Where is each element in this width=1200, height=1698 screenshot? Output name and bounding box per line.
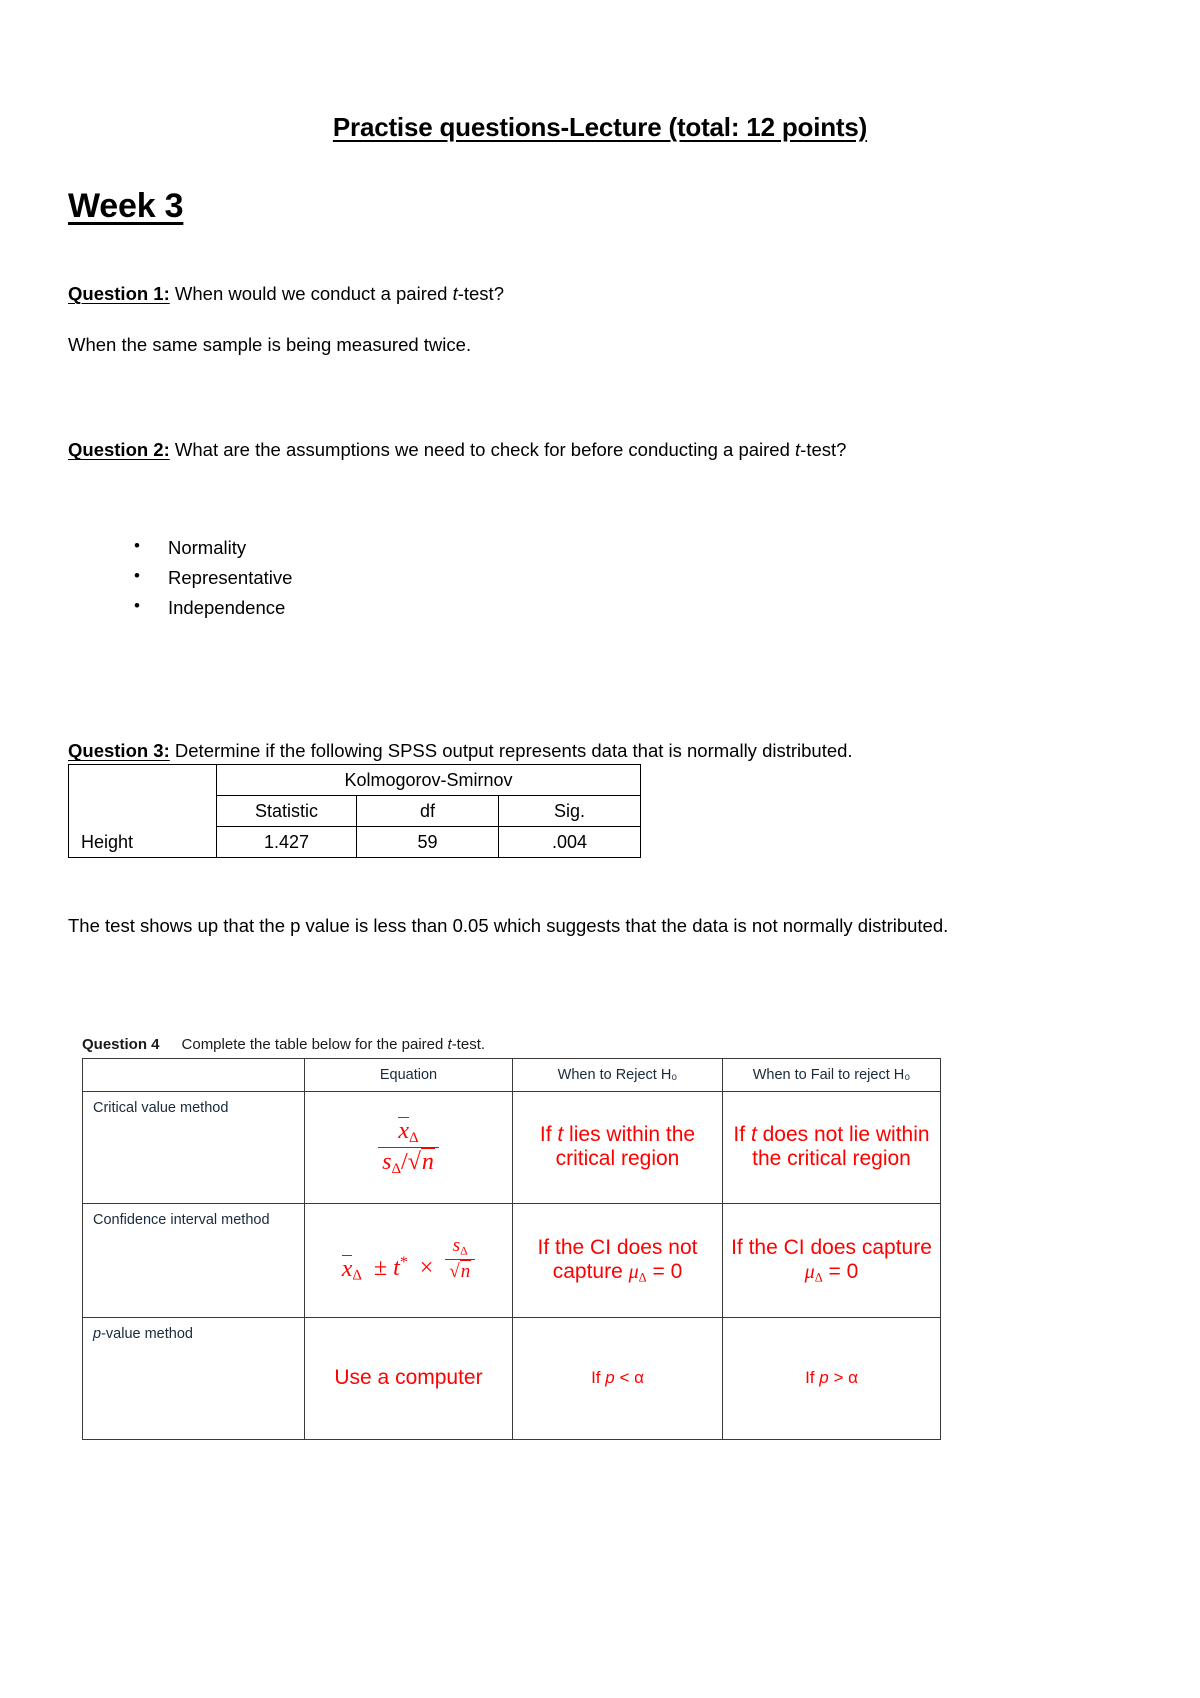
- spss-cell-statistic: 1.427: [216, 826, 357, 859]
- table-row: Height 1.427 59 .004: [68, 826, 642, 859]
- week-heading: Week 3: [68, 187, 184, 225]
- question-3-conclusion: The test shows up that the p value is le…: [68, 915, 949, 937]
- question-2-answer-list: Normality Representative Independence: [68, 532, 1132, 623]
- list-item: Independence: [104, 592, 1132, 623]
- question-4-text-b: -test.: [451, 1035, 486, 1053]
- q4-reject-confidence-interval: If the CI does not capture μΔ = 0: [512, 1202, 723, 1318]
- question-3-label: Question 3:: [68, 740, 170, 762]
- spss-corner-cell-2: [68, 795, 217, 827]
- document-page: Practise questions-Lecture (total: 12 po…: [0, 0, 1200, 1698]
- question-1-answer: When the same sample is being measured t…: [68, 334, 472, 356]
- q4-method-label: Confidence interval method: [82, 1202, 305, 1318]
- question-4-block: Question 4 Complete the table below for t…: [82, 1036, 941, 1440]
- spss-group-header: Kolmogorov-Smirnov: [215, 764, 642, 797]
- q4-method-label: p-value method: [82, 1316, 305, 1440]
- table-row: p-value method Use a computer If p < α I…: [82, 1316, 941, 1440]
- table-header-row: Equation When to Reject H₀ When to Fail …: [82, 1057, 941, 1092]
- q4-method-label: Critical value method: [82, 1090, 305, 1204]
- table-row: Confidence interval method xΔ ± t* × sΔ …: [82, 1202, 941, 1318]
- paired-ttest-table: Equation When to Reject H₀ When to Fail …: [82, 1057, 941, 1440]
- q4-header-fail-reject: When to Fail to reject H₀: [722, 1057, 941, 1092]
- spss-header-statistic: Statistic: [216, 795, 357, 828]
- q4-equation-p-value: Use a computer: [304, 1316, 513, 1440]
- table-row: Critical value method xΔ sΔ/√n If t lies…: [82, 1090, 941, 1204]
- spss-output-table: Kolmogorov-Smirnov Statistic df Sig. Hei…: [68, 764, 642, 859]
- spss-cell-df: 59: [356, 826, 499, 859]
- question-4-label: Question 4: [82, 1035, 160, 1053]
- question-2-text-a: What are the assumptions we need to chec…: [169, 439, 796, 461]
- q4-corner-cell: [82, 1057, 305, 1092]
- list-item: Representative: [104, 562, 1132, 593]
- spss-row-label: Height: [68, 826, 217, 859]
- question-1-label: Question 1:: [68, 283, 170, 304]
- question-1-text-b: -test?: [457, 283, 504, 304]
- q4-fail-reject-p-value: If p > α: [722, 1316, 941, 1440]
- question-1-text-a: When would we conduct a paired: [169, 283, 453, 304]
- question-1-prompt: Question 1: When would we conduct a pair…: [68, 282, 1132, 305]
- q4-header-reject: When to Reject H₀: [512, 1057, 723, 1092]
- list-item: Normality: [104, 532, 1132, 563]
- q4-header-equation: Equation: [304, 1057, 513, 1092]
- question-2-text-b: -test?: [800, 439, 847, 461]
- table-row-group-header: Kolmogorov-Smirnov: [68, 764, 642, 797]
- question-3-prompt: Question 3: Determine if the following S…: [68, 739, 1132, 762]
- question-2-label: Question 2:: [68, 439, 170, 461]
- table-row-column-headers: Statistic df Sig.: [68, 795, 642, 828]
- spss-corner-cell: [68, 764, 217, 796]
- spss-header-sig: Sig.: [497, 795, 642, 828]
- spss-header-df: df: [356, 795, 499, 828]
- q4-equation-confidence-interval: xΔ ± t* × sΔ √n: [304, 1202, 513, 1318]
- question-4-prompt: Question 4 Complete the table below for t…: [82, 1036, 940, 1053]
- question-3-text: Determine if the following SPSS output r…: [169, 740, 853, 762]
- q4-reject-critical-value: If t lies within the critical region: [512, 1090, 723, 1204]
- q4-fail-reject-confidence-interval: If the CI does capture μΔ = 0: [722, 1202, 941, 1318]
- q4-reject-p-value: If p < α: [512, 1316, 723, 1440]
- q4-equation-critical-value: xΔ sΔ/√n: [304, 1090, 513, 1204]
- question-2-prompt: Question 2: What are the assumptions we …: [68, 438, 1132, 461]
- spss-cell-sig: .004: [497, 826, 642, 859]
- q4-fail-reject-critical-value: If t does not lie within the critical re…: [722, 1090, 941, 1204]
- page-title: Practise questions-Lecture (total: 12 po…: [332, 112, 868, 142]
- question-4-text-a: Complete the table below for the paired: [181, 1035, 448, 1053]
